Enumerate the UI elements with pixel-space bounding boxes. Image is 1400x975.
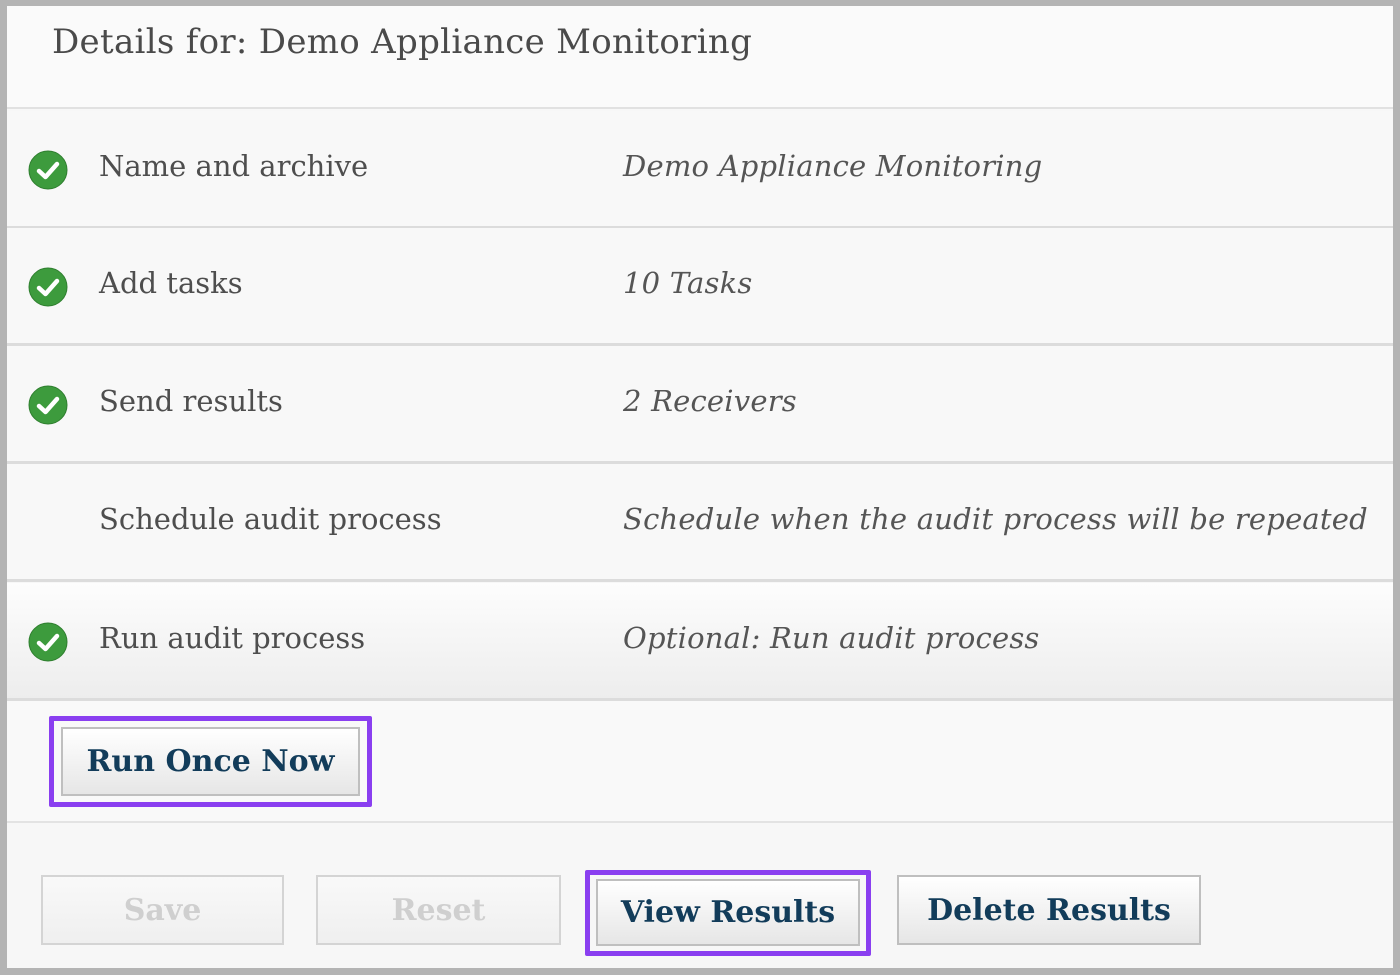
page-title: Details for: Demo Appliance Monitoring [52, 22, 753, 62]
check-circle-icon [28, 150, 68, 190]
footer-toolbar: Save Reset View Results Delete Results [7, 825, 1393, 968]
run-once-now-button[interactable]: Run Once Now [61, 727, 360, 796]
step-label: Send results [99, 384, 283, 418]
step-label: Name and archive [99, 149, 369, 183]
step-value: Schedule when the audit process will be … [623, 502, 1368, 536]
step-label: Add tasks [99, 266, 243, 300]
step-value: Optional: Run audit process [623, 621, 1040, 655]
step-row-name-and-archive[interactable]: Name and archive Demo Appliance Monitori… [7, 111, 1393, 229]
view-results-button[interactable]: View Results [596, 879, 860, 946]
step-value: 2 Receivers [623, 384, 797, 418]
step-value: 10 Tasks [623, 266, 753, 300]
step-row-schedule-audit-process[interactable]: Schedule audit process Schedule when the… [7, 464, 1393, 582]
panel-header: Details for: Demo Appliance Monitoring [7, 6, 1393, 109]
step-row-add-tasks[interactable]: Add tasks 10 Tasks [7, 228, 1393, 346]
step-label: Schedule audit process [99, 502, 442, 536]
step-label: Run audit process [99, 621, 366, 655]
step-value: Demo Appliance Monitoring [623, 149, 1043, 183]
run-action-area: Run Once Now [7, 701, 1393, 823]
step-row-run-audit-process[interactable]: Run audit process Optional: Run audit pr… [7, 583, 1393, 701]
details-panel: Details for: Demo Appliance Monitoring N… [7, 6, 1393, 968]
step-row-send-results[interactable]: Send results 2 Receivers [7, 346, 1393, 464]
reset-button[interactable]: Reset [316, 875, 561, 945]
delete-results-button[interactable]: Delete Results [897, 875, 1201, 945]
check-circle-icon [28, 385, 68, 425]
check-circle-icon [28, 622, 68, 662]
check-circle-icon [28, 267, 68, 307]
save-button[interactable]: Save [41, 875, 284, 945]
